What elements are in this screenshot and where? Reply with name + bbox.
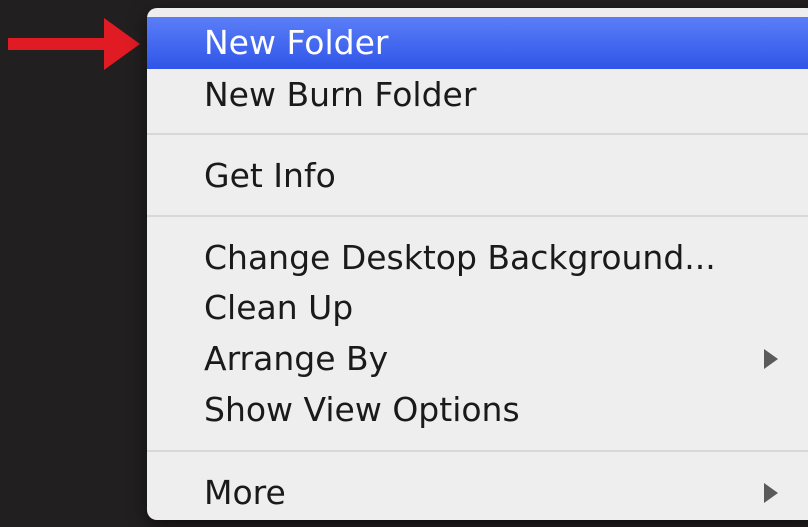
menu-separator — [147, 450, 808, 452]
menu-item-label: Show View Options — [204, 390, 520, 429]
menu-item-new-folder[interactable]: New Folder — [147, 17, 808, 69]
red-arrow-icon — [8, 18, 140, 70]
menu-separator — [147, 133, 808, 135]
menu-item-change-desktop-background[interactable]: Change Desktop Background... — [147, 232, 808, 284]
context-menu: New Folder New Burn Folder Get Info Chan… — [147, 8, 808, 520]
menu-item-label: New Burn Folder — [204, 75, 477, 114]
menu-item-more[interactable]: More — [147, 467, 808, 519]
menu-item-clean-up[interactable]: Clean Up — [147, 282, 808, 334]
menu-item-show-view-options[interactable]: Show View Options — [147, 384, 808, 436]
menu-item-label: More — [204, 473, 286, 512]
menu-item-label: Arrange By — [204, 339, 389, 378]
menu-item-label: Clean Up — [204, 288, 354, 327]
menu-item-get-info[interactable]: Get Info — [147, 150, 808, 202]
menu-item-label: Get Info — [204, 156, 336, 195]
menu-item-label: New Folder — [204, 23, 389, 62]
submenu-triangle-icon — [764, 483, 778, 503]
menu-separator — [147, 215, 808, 217]
menu-item-arrange-by[interactable]: Arrange By — [147, 333, 808, 385]
menu-item-label: Change Desktop Background... — [204, 238, 716, 277]
submenu-triangle-icon — [764, 349, 778, 369]
menu-item-new-burn-folder[interactable]: New Burn Folder — [147, 69, 808, 121]
